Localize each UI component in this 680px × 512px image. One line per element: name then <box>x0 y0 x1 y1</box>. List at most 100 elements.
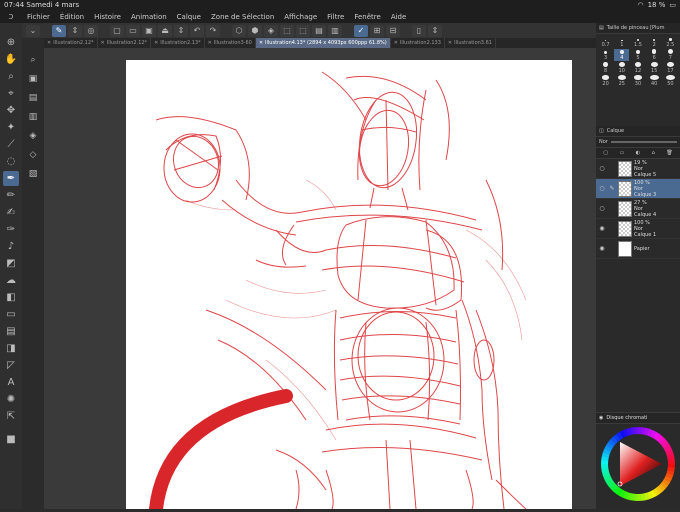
sub-tool-1-icon[interactable]: ⌕ <box>27 52 40 67</box>
frame-icon[interactable]: ▤ <box>3 324 19 339</box>
transform-icon[interactable]: ⬚ <box>280 24 294 37</box>
close-icon[interactable]: ✕ <box>208 40 212 46</box>
layer-row[interactable]: ○ 27 % Nor Calque 4 <box>596 199 680 219</box>
layer-row[interactable]: ○ ✎ 100 % Nor Calque 3 <box>596 179 680 199</box>
stepper-icon[interactable]: ⇕ <box>68 24 82 37</box>
brush-size-option[interactable]: 10 <box>614 62 629 74</box>
color-swatch-icon[interactable]: ■ <box>3 432 19 447</box>
magnifier-icon[interactable]: ⌕ <box>3 69 19 84</box>
tab-doc-4[interactable]: ✕ Illustration3-60 <box>205 38 256 48</box>
blend-mode-select[interactable]: Nor <box>599 139 608 145</box>
menu-fenetre[interactable]: Fenêtre <box>349 13 385 21</box>
eyedropper-zoom-icon[interactable]: ⌖ <box>3 86 19 101</box>
ruler-icon[interactable]: ◸ <box>3 358 19 373</box>
balloon-icon[interactable]: ✺ <box>3 392 19 407</box>
eye-icon[interactable]: ○ <box>598 165 606 172</box>
pencil-icon[interactable]: ✏ <box>3 188 19 203</box>
tab-doc-1[interactable]: ✕ Illustration2.12* <box>44 38 98 48</box>
snap-special-icon[interactable]: ⊟ <box>386 24 400 37</box>
open-folder-icon[interactable]: ▭ <box>126 24 140 37</box>
brush-size-option[interactable]: 50 <box>663 75 678 87</box>
hand-icon[interactable]: ✋ <box>3 52 19 67</box>
brush-icon[interactable]: ✍ <box>3 205 19 220</box>
snap-ruler-icon[interactable]: ✓ <box>354 24 368 37</box>
eye-icon[interactable]: ○ <box>598 185 606 192</box>
tab-doc-3[interactable]: ✕ Illustration2.13* <box>151 38 205 48</box>
invert-selection-icon[interactable]: ▤ <box>312 24 326 37</box>
snap-grid-icon[interactable]: ⊞ <box>370 24 384 37</box>
app-logo-icon[interactable]: ↄ <box>0 10 22 23</box>
brush-size-option[interactable]: 6 <box>647 49 662 61</box>
device-icon[interactable]: ▯ <box>412 24 426 37</box>
brush-size-option[interactable]: 1.5 <box>630 36 645 48</box>
layer-row[interactable]: ○ 19 % Nor Calque 5 <box>596 159 680 179</box>
sub-tool-6-icon[interactable]: ◇ <box>27 147 40 162</box>
brush-size-option[interactable]: 12 <box>630 62 645 74</box>
brush-size-option[interactable]: 2 <box>647 36 662 48</box>
menu-affichage[interactable]: Affichage <box>279 13 322 21</box>
move-icon[interactable]: ✥ <box>3 103 19 118</box>
close-icon[interactable]: ✕ <box>394 40 398 46</box>
magic-wand-icon[interactable]: ✦ <box>3 120 19 135</box>
new-layer-icon[interactable]: ▢ <box>603 150 608 156</box>
color-wheel[interactable] <box>596 424 680 508</box>
new-folder-icon[interactable]: ▭ <box>620 150 625 156</box>
undo-icon[interactable]: ↶ <box>190 24 204 37</box>
menu-filtre[interactable]: Filtre <box>322 13 349 21</box>
menu-calque[interactable]: Calque <box>172 13 206 21</box>
close-icon[interactable]: ✕ <box>47 40 51 46</box>
menu-fichier[interactable]: Fichier <box>22 13 55 21</box>
fill-icon[interactable]: ◈ <box>264 24 278 37</box>
sub-tool-4-icon[interactable]: ▥ <box>27 109 40 124</box>
clear-outside-icon[interactable]: ⬢ <box>248 24 262 37</box>
dropdown-icon[interactable]: ⇕ <box>174 24 188 37</box>
menu-edition[interactable]: Édition <box>55 13 89 21</box>
delete-layer-icon[interactable]: 🗑 <box>666 150 672 156</box>
eyedropper-icon[interactable]: ⟋ <box>3 137 19 152</box>
opacity-slider[interactable] <box>610 141 677 143</box>
eye-icon[interactable]: ◉ <box>598 225 606 232</box>
mask-icon[interactable]: ◐ <box>636 150 640 156</box>
brush-size-option[interactable]: 1 <box>614 36 629 48</box>
brush-size-option[interactable]: 20 <box>598 75 613 87</box>
close-icon[interactable]: ✕ <box>154 40 158 46</box>
brush-size-option[interactable]: 8 <box>598 62 613 74</box>
deselect-icon[interactable]: ⬚ <box>296 24 310 37</box>
canvas-area[interactable] <box>44 48 596 509</box>
close-icon[interactable]: ✕ <box>101 40 105 46</box>
blend-icon[interactable]: ☁ <box>3 273 19 288</box>
brush-size-option[interactable]: 30 <box>630 75 645 87</box>
eye-icon[interactable]: ○ <box>598 205 606 212</box>
ink-pen-icon[interactable]: ✑ <box>3 222 19 237</box>
sub-tool-3-icon[interactable]: ▤ <box>27 90 40 105</box>
close-icon[interactable]: ✕ <box>259 40 263 46</box>
brush-size-option[interactable]: 40 <box>647 75 662 87</box>
settings-icon[interactable]: ⇕ <box>428 24 442 37</box>
tab-doc-2[interactable]: ✕ Illustration2.12* <box>98 38 152 48</box>
sub-tool-5-icon[interactable]: ◈ <box>27 128 40 143</box>
brush-size-option[interactable]: 15 <box>647 62 662 74</box>
menu-selection[interactable]: Zone de Sélection <box>206 13 279 21</box>
close-icon[interactable]: ✕ <box>448 40 452 46</box>
export-icon[interactable]: ⏏ <box>158 24 172 37</box>
tab-doc-6[interactable]: ✕ Illustration2.133 <box>391 38 445 48</box>
collapse-chevron-icon[interactable]: ⌄ <box>26 24 40 37</box>
lock-icon[interactable]: ⌂ <box>652 150 655 156</box>
menu-aide[interactable]: Aide <box>386 13 411 21</box>
sub-tool-2-icon[interactable]: ▣ <box>27 71 40 86</box>
new-file-icon[interactable]: ▢ <box>110 24 124 37</box>
selection-border-icon[interactable]: ▥ <box>328 24 342 37</box>
tab-doc-5[interactable]: ✕ Illustration4.13* (2894 x 4093px 600ppp… <box>255 38 391 48</box>
pen-icon[interactable]: ✒ <box>3 171 19 186</box>
brush-size-option[interactable]: 0.7 <box>598 36 613 48</box>
save-icon[interactable]: ▣ <box>142 24 156 37</box>
brush-size-option[interactable]: 4 <box>614 49 630 61</box>
zoom-icon[interactable]: ⊕ <box>3 35 19 50</box>
clear-icon[interactable]: ⬡ <box>232 24 246 37</box>
menu-animation[interactable]: Animation <box>126 13 172 21</box>
menu-histoire[interactable]: Histoire <box>89 13 126 21</box>
redo-icon[interactable]: ↷ <box>206 24 220 37</box>
sub-tool-7-icon[interactable]: ▧ <box>27 166 40 181</box>
layer-row[interactable]: ◉ 100 % Nor Calque 1 <box>596 219 680 239</box>
brush-size-option[interactable]: 3 <box>598 49 613 61</box>
